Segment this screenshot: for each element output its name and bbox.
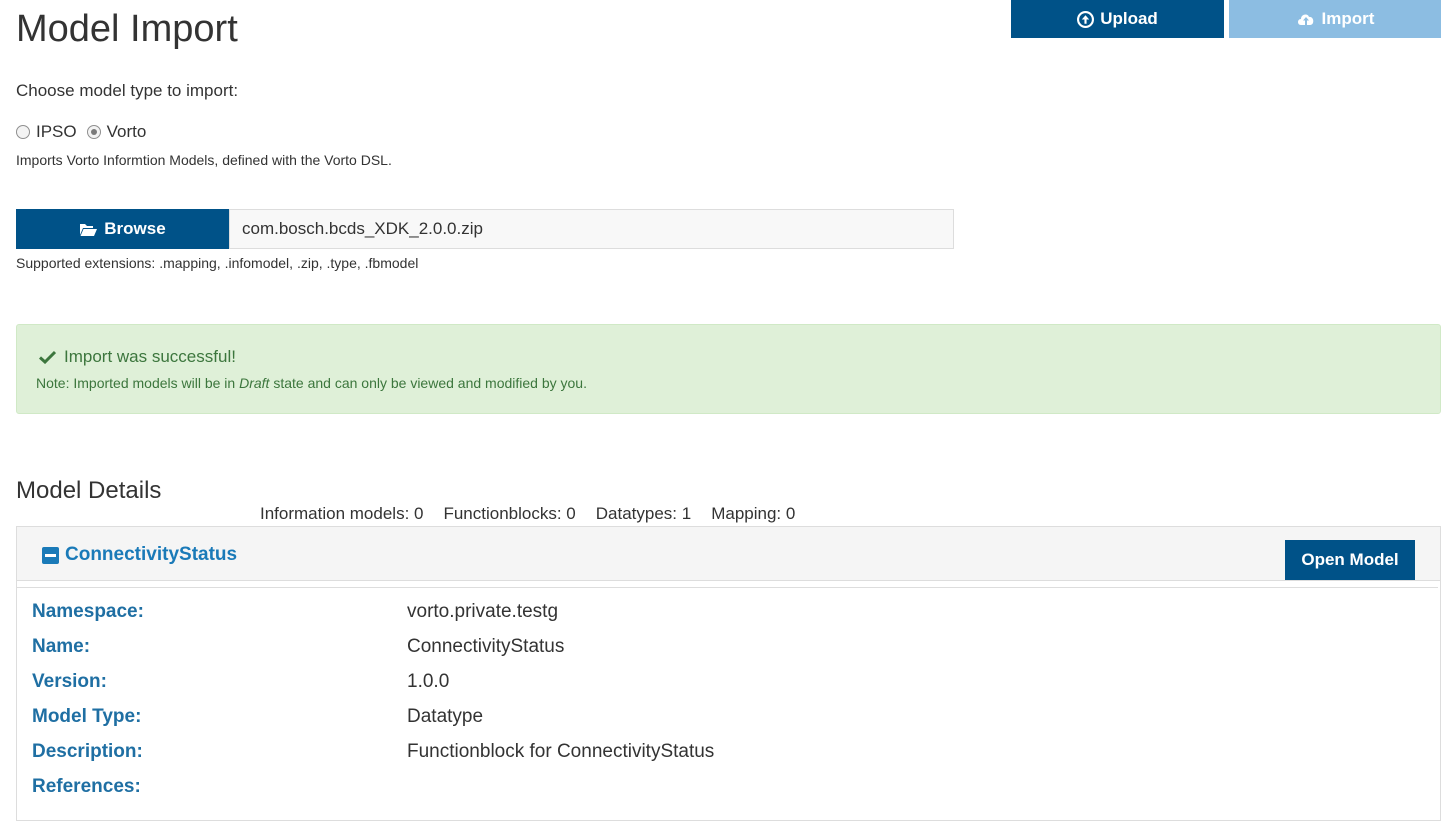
selected-file-field[interactable]: com.bosch.bcds_XDK_2.0.0.zip <box>229 209 954 249</box>
detail-value: ConnectivityStatus <box>407 636 565 657</box>
import-button[interactable]: Import <box>1229 0 1441 38</box>
upload-button[interactable]: Upload <box>1011 0 1224 38</box>
model-detail-table: Namespace: vorto.private.testg Name: Con… <box>17 587 1438 820</box>
alert-note-prefix: Note: Imported models will be in <box>36 375 240 391</box>
check-icon <box>39 350 56 364</box>
model-type-radio-group: IPSO Vorto <box>16 122 156 142</box>
upload-button-label: Upload <box>1100 9 1158 28</box>
browse-button-label: Browse <box>104 219 166 238</box>
model-type-prompt: Choose model type to import: <box>16 81 239 100</box>
model-name-title: ConnectivityStatus <box>65 544 238 565</box>
import-button-label: Import <box>1321 9 1375 28</box>
count-datatypes: Datatypes: 1 <box>595 504 692 523</box>
detail-value: Datatype <box>407 706 484 727</box>
model-panel: ConnectivityStatus Open Model Namespace:… <box>16 526 1441 821</box>
detail-label: Description: <box>32 741 143 762</box>
model-details-heading: Model Details <box>16 477 162 504</box>
detail-label: Model Type: <box>32 706 142 727</box>
model-type-description: Imports Vorto Informtion Models, defined… <box>16 152 392 168</box>
supported-extensions: Supported extensions: .mapping, .infomod… <box>16 255 419 271</box>
detail-label: References: <box>32 776 141 797</box>
model-panel-toggle[interactable]: ConnectivityStatus <box>42 544 237 566</box>
detail-label: Name: <box>32 636 91 657</box>
radio-ipso-label[interactable]: IPSO <box>36 122 77 142</box>
success-alert: Import was successful! Note: Imported mo… <box>16 324 1441 414</box>
minus-square-icon <box>42 546 59 564</box>
count-mapping: Mapping: 0 <box>711 504 796 523</box>
count-information-models: Information models: 0 <box>260 504 424 523</box>
page-title: Model Import <box>16 8 238 50</box>
detail-label: Namespace: <box>32 601 144 622</box>
open-model-button[interactable]: Open Model <box>1285 540 1415 580</box>
alert-title: Import was successful! <box>64 347 236 366</box>
cloud-upload-icon <box>1297 14 1313 25</box>
circle-arrow-up-icon <box>1077 10 1095 28</box>
browse-button[interactable]: Browse <box>16 209 229 249</box>
detail-value: Functionblock for ConnectivityStatus <box>407 741 715 762</box>
detail-label: Version: <box>32 671 107 692</box>
alert-note: Note: Imported models will be in Draft s… <box>36 375 587 391</box>
detail-value: 1.0.0 <box>407 671 450 692</box>
count-functionblocks: Functionblocks: 0 <box>443 504 576 523</box>
radio-vorto-label[interactable]: Vorto <box>107 122 147 142</box>
model-counts: Information models: 0 Functionblocks: 0 … <box>260 504 795 524</box>
radio-ipso[interactable] <box>16 125 30 139</box>
alert-title-row: Import was successful! <box>39 347 236 367</box>
radio-vorto[interactable] <box>86 125 101 139</box>
folder-open-icon <box>80 223 98 236</box>
detail-value: vorto.private.testg <box>407 601 559 622</box>
alert-note-suffix: state and can only be viewed and modifie… <box>269 375 587 391</box>
alert-note-emphasis: Draft <box>239 375 270 391</box>
model-panel-header: ConnectivityStatus Open Model <box>17 527 1440 581</box>
